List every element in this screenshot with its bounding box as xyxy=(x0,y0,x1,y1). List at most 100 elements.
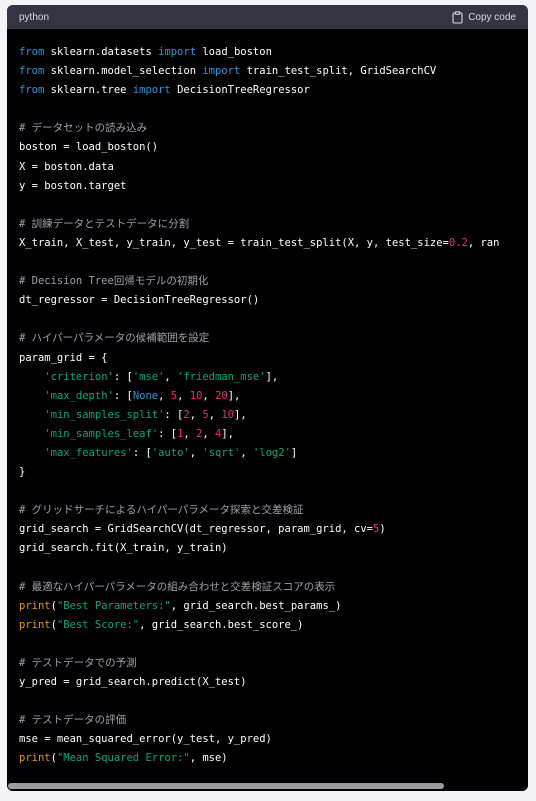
code-line: 'criterion': ['mse', 'friedman_mse'], xyxy=(19,368,528,387)
code-line: 'max_features': ['auto', 'sqrt', 'log2'] xyxy=(19,444,528,463)
code-line: 'min_samples_split': [2, 5, 10], xyxy=(19,406,528,425)
code-line: # ハイパーパラメータの候補範囲を設定 xyxy=(19,329,528,348)
copy-code-button[interactable]: Copy code xyxy=(452,10,516,24)
code-token: , xyxy=(208,408,222,421)
code-token: from xyxy=(19,46,45,58)
code-token: 10 xyxy=(189,389,203,402)
code-line: y = boston.target xyxy=(19,177,528,196)
code-token: : [ xyxy=(113,389,133,402)
code-token: # グリッドサーチによるハイパーパラメータ探索と交差検証 xyxy=(19,504,304,517)
code-token: : [ xyxy=(113,370,133,383)
code-token: boston = load_boston() xyxy=(19,141,159,154)
code-token: load_boston xyxy=(196,46,272,58)
code-token: # ハイパーパラメータの候補範囲を設定 xyxy=(19,332,210,345)
code-token: "Best Score:" xyxy=(56,618,140,631)
code-token: X_train, X_test, y_train, y_test = train… xyxy=(19,236,449,249)
code-content[interactable]: from sklearn.datasets import load_boston… xyxy=(7,29,528,779)
code-line: # テストデータの評価 xyxy=(19,711,528,730)
code-token: y_pred = grid_search.predict(X_test) xyxy=(19,676,247,689)
code-line: # データセットの読み込み xyxy=(19,119,528,138)
code-token: from xyxy=(19,65,45,78)
code-line: } xyxy=(19,463,528,482)
code-token: : [ xyxy=(158,427,178,440)
code-token: 20 xyxy=(215,389,228,402)
code-token: mse = mean_squared_error(y_test, y_pred) xyxy=(19,733,272,746)
code-token: , xyxy=(189,446,203,459)
code-token: sklearn.datasets xyxy=(44,46,159,58)
code-line: grid_search = GridSearchCV(dt_regressor,… xyxy=(19,520,528,539)
code-token: # テストデータの評価 xyxy=(19,714,127,727)
code-line: y_pred = grid_search.predict(X_test) xyxy=(19,673,528,692)
code-token: 'sqrt' xyxy=(202,446,241,459)
code-token: ] xyxy=(290,446,298,459)
clipboard-icon xyxy=(452,10,463,24)
code-token: print xyxy=(19,599,51,612)
code-line: grid_search.fit(X_train, y_train) xyxy=(19,539,528,558)
code-token: , xyxy=(177,389,190,402)
code-token: ], xyxy=(234,408,247,421)
code-token: 0.2 xyxy=(448,236,468,249)
horizontal-scrollbar[interactable] xyxy=(7,781,528,791)
code-token: # データセットの読み込み xyxy=(19,122,148,135)
code-token: ], xyxy=(227,389,241,402)
code-line: from sklearn.tree import DecisionTreeReg… xyxy=(19,81,528,100)
code-line: from sklearn.model_selection import trai… xyxy=(19,62,528,81)
code-token: import xyxy=(132,84,171,97)
code-token: , mse) xyxy=(189,752,228,765)
code-line: mse = mean_squared_error(y_test, y_pred) xyxy=(19,730,528,749)
code-token: # 最適なハイパーパラメータの組み合わせと交差検証スコアの表示 xyxy=(19,580,336,593)
code-lines: from sklearn.datasets import load_boston… xyxy=(19,43,528,769)
language-label: python xyxy=(19,11,50,23)
code-token: # テストデータでの予測 xyxy=(19,657,137,669)
code-token: ) xyxy=(379,523,386,536)
code-token: grid_search = GridSearchCV(dt_regressor,… xyxy=(19,523,374,536)
code-token: , xyxy=(183,427,197,440)
code-token: # Decision Tree回帰モデルの初期化 xyxy=(19,275,209,288)
code-token: "Best Parameters:" xyxy=(56,599,171,612)
code-token: } xyxy=(19,466,26,479)
code-token: 'max_features' xyxy=(44,446,133,459)
code-line: print("Mean Squared Error:", mse) xyxy=(19,749,528,768)
code-line: print("Best Score:", grid_search.best_sc… xyxy=(19,616,528,635)
code-token: , xyxy=(202,427,216,440)
code-token: 'max_depth' xyxy=(44,389,114,402)
code-token: , xyxy=(164,370,178,383)
code-line: # 訓練データとテストデータに分割 xyxy=(19,215,528,234)
code-token: y = boston.target xyxy=(19,179,127,192)
code-token: # 訓練データとテストデータに分割 xyxy=(19,217,190,230)
code-token: 'log2' xyxy=(252,446,291,459)
code-token: 'min_samples_split' xyxy=(44,408,165,421)
code-token: "Mean Squared Error:" xyxy=(56,752,190,765)
code-line: # 最適なハイパーパラメータの組み合わせと交差検証スコアの表示 xyxy=(19,578,528,597)
code-token: import xyxy=(202,65,241,78)
scrollbar-thumb[interactable] xyxy=(8,783,444,789)
code-line: # グリッドサーチによるハイパーパラメータ探索と交差検証 xyxy=(19,501,528,520)
code-line: # Decision Tree回帰モデルの初期化 xyxy=(19,272,528,291)
code-token: param_grid = { xyxy=(19,351,108,364)
code-token: print xyxy=(19,618,51,631)
code-token: 'friedman_mse' xyxy=(177,370,266,383)
code-token: train_test_split, GridSearchCV xyxy=(240,65,437,78)
code-line: X = boston.data xyxy=(19,158,528,177)
code-line: 'max_depth': [None, 5, 10, 20], xyxy=(19,387,528,406)
code-token: X = boston.data xyxy=(19,160,114,173)
code-line: 'min_samples_leaf': [1, 2, 4], xyxy=(19,425,528,444)
code-token: print xyxy=(19,752,51,765)
code-line: boston = load_boston() xyxy=(19,138,528,157)
code-token: , grid_search.best_score_) xyxy=(139,618,304,631)
code-token: grid_search.fit(X_train, y_train) xyxy=(19,542,228,555)
code-token: , grid_search.best_params_) xyxy=(170,599,342,612)
code-line: param_grid = { xyxy=(19,349,528,368)
code-line: X_train, X_test, y_train, y_test = train… xyxy=(19,234,528,253)
code-line: print("Best Parameters:", grid_search.be… xyxy=(19,597,528,616)
